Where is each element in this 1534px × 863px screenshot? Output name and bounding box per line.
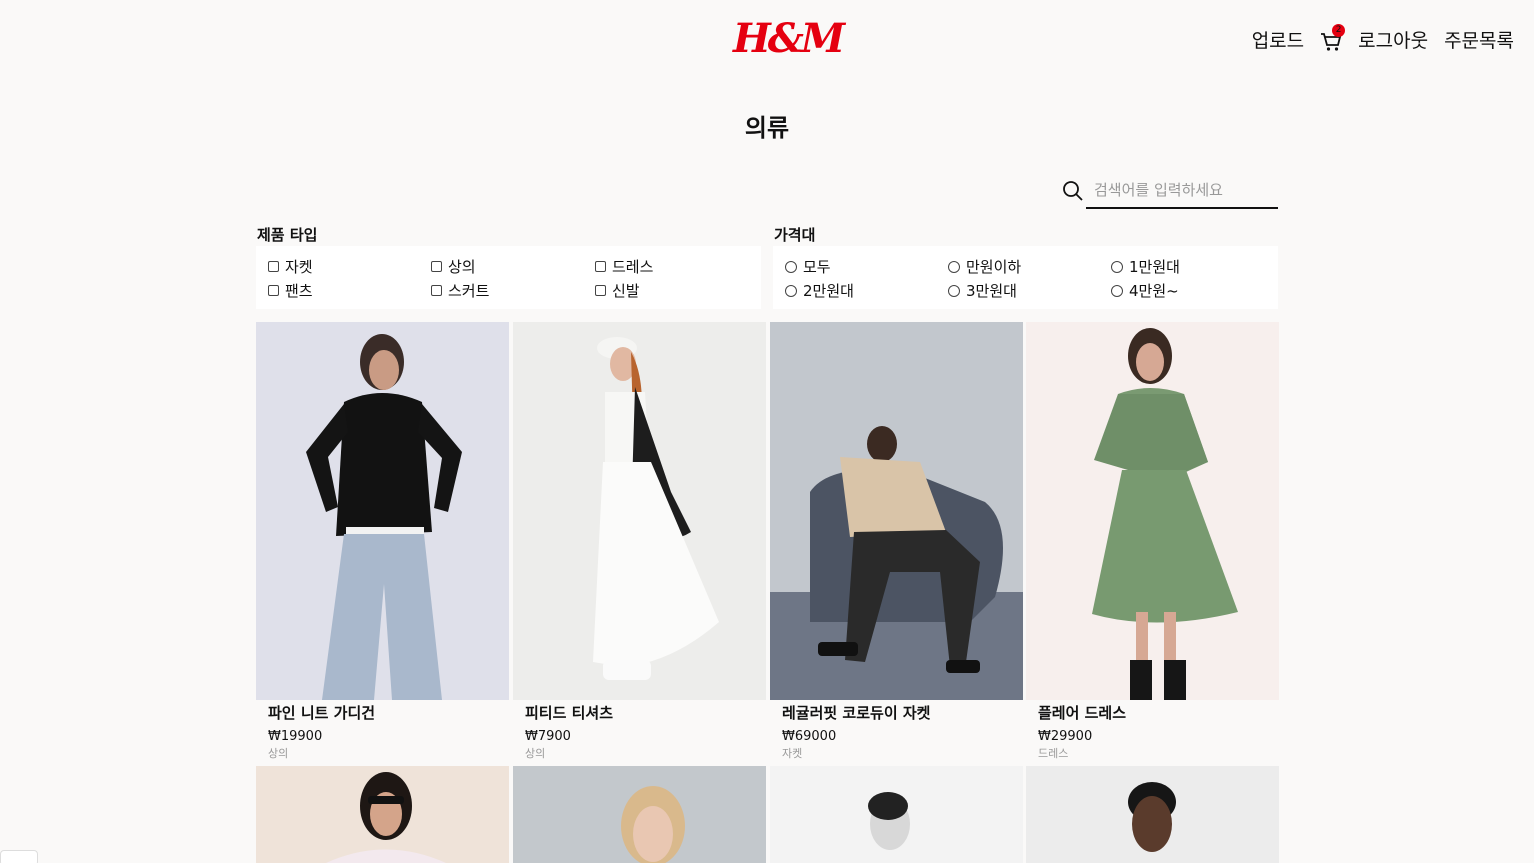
option-label: 상의 xyxy=(448,258,476,276)
product-image[interactable] xyxy=(256,766,509,863)
checkbox[interactable] xyxy=(268,261,279,272)
notification-toggle[interactable] xyxy=(0,850,38,863)
type-option-top[interactable]: 상의 xyxy=(431,256,476,277)
option-label: 1만원대 xyxy=(1129,258,1180,276)
radio-button[interactable] xyxy=(1111,260,1123,273)
option-label: 모두 xyxy=(803,258,831,276)
product-image[interactable] xyxy=(513,766,766,863)
product-image[interactable] xyxy=(1026,322,1279,700)
radio-button[interactable] xyxy=(785,284,797,297)
price-option-all[interactable]: 모두 xyxy=(785,256,831,277)
option-label: 4만원~ xyxy=(1129,282,1179,300)
product-category: 상의 xyxy=(268,747,289,760)
product-category: 상의 xyxy=(525,747,546,760)
price-option-10k[interactable]: 1만원대 xyxy=(1111,256,1180,277)
option-label: 자켓 xyxy=(285,258,313,276)
product-type-label: 제품 타입 xyxy=(257,226,318,244)
product-category: 자켓 xyxy=(782,747,803,760)
search-bar xyxy=(1062,172,1278,210)
product-card[interactable]: 레귤러핏 코로듀이 자켓 ₩69000 자켓 xyxy=(770,322,1023,760)
orders-link[interactable]: 주문목록 xyxy=(1444,26,1514,53)
price-range-filter: 모두 만원이하 1만원대 2만원대 3만원대 4만원~ xyxy=(773,246,1278,309)
price-option-40k-plus[interactable]: 4만원~ xyxy=(1111,280,1179,301)
radio-button[interactable] xyxy=(785,260,797,273)
product-card[interactable]: 플레어 드레스 ₩29900 드레스 xyxy=(1026,322,1279,760)
product-category: 드레스 xyxy=(1038,747,1069,760)
product-image[interactable] xyxy=(770,322,1023,700)
hm-logo[interactable]: H&M xyxy=(733,14,845,64)
upload-link[interactable]: 업로드 xyxy=(1252,26,1304,53)
option-label: 팬츠 xyxy=(285,282,313,300)
price-range-label: 가격대 xyxy=(774,226,816,244)
product-price: ₩19900 xyxy=(268,729,323,744)
product-card[interactable]: 파인 니트 가디건 ₩19900 상의 xyxy=(256,322,509,760)
search-icon[interactable] xyxy=(1062,180,1084,202)
product-name[interactable]: 피티드 티셔츠 xyxy=(525,704,766,722)
option-label: 스커트 xyxy=(448,282,490,300)
product-name[interactable]: 플레어 드레스 xyxy=(1038,704,1279,722)
cart-count-badge: 2 xyxy=(1332,23,1346,37)
checkbox[interactable] xyxy=(595,261,606,272)
checkbox[interactable] xyxy=(431,285,442,296)
type-option-skirt[interactable]: 스커트 xyxy=(431,280,489,301)
product-image[interactable] xyxy=(256,322,509,700)
price-option-20k[interactable]: 2만원대 xyxy=(785,280,854,301)
checkbox[interactable] xyxy=(431,261,442,272)
option-label: 신발 xyxy=(612,282,640,300)
product-image[interactable] xyxy=(770,766,1023,863)
type-option-shoes[interactable]: 신발 xyxy=(595,280,640,301)
page-title: 의류 xyxy=(744,114,790,142)
option-label: 3만원대 xyxy=(966,282,1017,300)
price-option-under-10k[interactable]: 만원이하 xyxy=(948,256,1021,277)
header: H&M 업로드 2 로그아웃 주문목록 xyxy=(0,0,1534,80)
radio-button[interactable] xyxy=(948,284,960,297)
product-price: ₩7900 xyxy=(525,729,571,744)
top-nav: 업로드 2 로그아웃 주문목록 xyxy=(1252,23,1514,53)
checkbox[interactable] xyxy=(595,285,606,296)
logout-link[interactable]: 로그아웃 xyxy=(1358,26,1428,53)
cart-button[interactable]: 2 xyxy=(1320,23,1346,52)
product-card[interactable]: 피티드 티셔츠 ₩7900 상의 xyxy=(513,322,766,760)
product-image[interactable] xyxy=(513,322,766,700)
product-price: ₩69000 xyxy=(782,729,837,744)
option-label: 드레스 xyxy=(612,258,654,276)
product-image[interactable] xyxy=(1026,766,1279,863)
type-option-dress[interactable]: 드레스 xyxy=(595,256,653,277)
type-option-jacket[interactable]: 자켓 xyxy=(268,256,313,277)
price-option-30k[interactable]: 3만원대 xyxy=(948,280,1017,301)
radio-button[interactable] xyxy=(948,260,960,273)
search-input[interactable] xyxy=(1086,172,1278,209)
product-name[interactable]: 파인 니트 가디건 xyxy=(268,704,509,722)
product-name[interactable]: 레귤러핏 코로듀이 자켓 xyxy=(782,704,1023,722)
product-price: ₩29900 xyxy=(1038,729,1093,744)
product-type-filter: 자켓 상의 드레스 팬츠 스커트 신발 xyxy=(256,246,761,309)
option-label: 2만원대 xyxy=(803,282,854,300)
type-option-pants[interactable]: 팬츠 xyxy=(268,280,313,301)
checkbox[interactable] xyxy=(268,285,279,296)
radio-button[interactable] xyxy=(1111,284,1123,297)
option-label: 만원이하 xyxy=(966,258,1022,276)
